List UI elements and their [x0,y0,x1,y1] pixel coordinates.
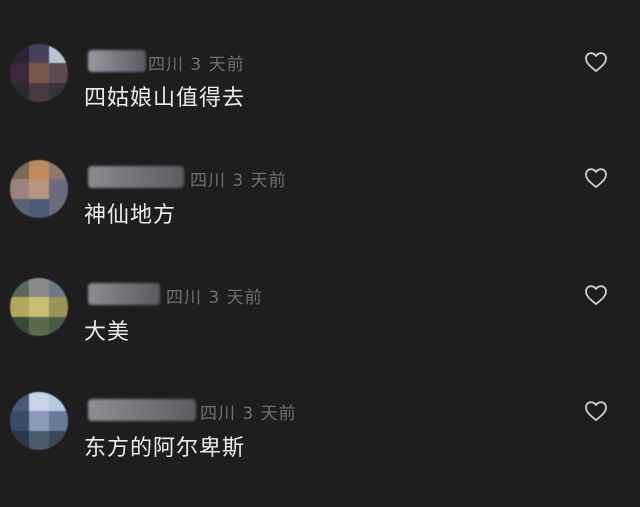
avatar-mosaic-tile [29,160,49,179]
avatar-mosaic-tile [49,160,68,179]
heart-outline-icon[interactable] [584,284,608,306]
avatar-mosaic-tile [29,411,49,431]
avatar-mosaic-tile [49,411,68,431]
avatar-mosaic-tile [10,179,29,199]
avatar-mosaic-tile [10,278,29,297]
avatar-mosaic-tile [29,297,49,317]
comment-meta: 四川 3 天前 [166,283,263,308]
comment-location: 四川 [190,171,226,191]
comment-meta: 四川 3 天前 [200,399,297,424]
avatar-mosaic-tile [49,317,68,336]
avatar-mosaic-tile [10,392,29,411]
avatar-mosaic-tile [49,199,68,218]
comment-text: 东方的阿尔卑斯 [84,436,246,461]
avatar-mosaic-tile [49,179,68,199]
avatar-mosaic-tile [49,297,68,317]
avatar-mosaic-tile [10,411,29,431]
comment-item: 四川 3 天前 东方的阿尔卑斯 [0,0,640,461]
heart-outline-icon[interactable] [584,400,608,422]
avatar-mosaic-tile [29,431,49,450]
comment-list: 四川 3 天前 四姑娘山值得去 四川 3 天前 神仙地方 四川 3 天前 大美 … [0,0,640,507]
avatar-mosaic-tile [29,317,49,336]
username-blurred[interactable] [88,283,160,305]
avatar[interactable] [10,278,68,336]
avatar-mosaic-tile [49,431,68,450]
comment-text: 神仙地方 [84,203,177,228]
comment-location: 四川 [200,404,236,424]
avatar-mosaic-tile [10,317,29,336]
avatar-mosaic-tile [10,297,29,317]
comment-text: 大美 [84,320,131,345]
avatar-mosaic-tile [29,179,49,199]
avatar[interactable] [10,160,68,218]
avatar-mosaic-tile [10,160,29,179]
username-blurred[interactable] [88,399,196,421]
avatar-mosaic-tile [29,392,49,411]
avatar-mosaic-tile [29,199,49,218]
comment-time: 3 天前 [208,288,263,308]
username-blurred[interactable] [88,166,184,188]
comment-time: 3 天前 [232,171,287,191]
comment-meta: 四川 3 天前 [190,166,287,191]
avatar[interactable] [10,392,68,450]
comment-location: 四川 [166,288,202,308]
avatar-mosaic-tile [10,199,29,218]
avatar-mosaic-tile [10,431,29,450]
comment-time: 3 天前 [242,404,297,424]
heart-outline-icon[interactable] [584,167,608,189]
avatar-mosaic-tile [49,392,68,411]
avatar-mosaic-tile [49,278,68,297]
avatar-mosaic-tile [29,278,49,297]
